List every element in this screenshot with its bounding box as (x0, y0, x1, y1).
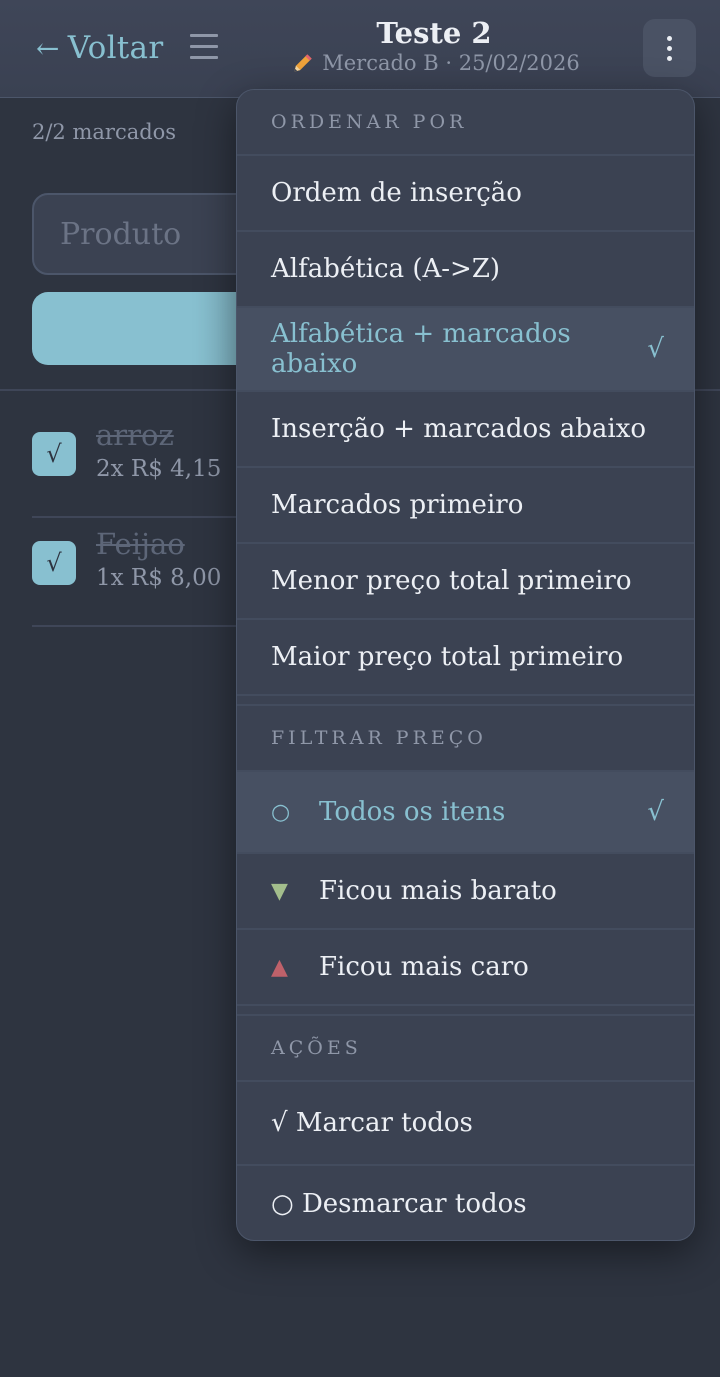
action-uncheck-all[interactable]: ○ Desmarcar todos (237, 1166, 694, 1240)
option-label: Maior preço total primeiro (271, 642, 624, 672)
sort-option-checked-first[interactable]: Marcados primeiro (237, 468, 694, 544)
filter-option-all[interactable]: ○ Todos os itens √ (237, 772, 694, 854)
more-options-button[interactable] (643, 19, 696, 77)
option-label: Todos os itens (319, 797, 506, 827)
option-label: Alfabética (A->Z) (271, 254, 501, 284)
filter-option-more-expensive[interactable]: ▲ Ficou mais caro (237, 930, 694, 1006)
action-check-all[interactable]: √ Marcar todos (237, 1082, 694, 1166)
option-label: Inserção + marcados abaixo (271, 414, 647, 444)
hamburger-menu-icon[interactable] (190, 26, 224, 66)
option-label: √ Marcar todos (271, 1108, 473, 1138)
options-dropdown: ORDENAR POR Ordem de inserção Alfabética… (236, 89, 695, 1241)
triangle-down-icon: ▼ (271, 878, 288, 904)
checked-count: 2/2 marcados (32, 120, 177, 144)
option-label: Ordem de inserção (271, 178, 522, 208)
sort-option-insertion[interactable]: Ordem de inserção (237, 156, 694, 232)
item-quantity-price: 2x R$ 4,15 (96, 456, 222, 482)
filter-option-cheaper[interactable]: ▼ Ficou mais barato (237, 854, 694, 930)
sort-option-highest-total-first[interactable]: Maior preço total primeiro (237, 620, 694, 696)
section-divider (237, 696, 694, 706)
item-name: Feijao (96, 527, 185, 561)
option-label: Ficou mais barato (319, 876, 557, 906)
kebab-dot (667, 35, 672, 41)
sort-option-insertion-checked-below[interactable]: Inserção + marcados abaixo (237, 392, 694, 468)
item-name: arroz (96, 418, 174, 452)
circle-icon: ○ (271, 799, 291, 825)
subtitle-text: Mercado B · 25/02/2026 (322, 51, 580, 75)
checkmark-icon: √ (647, 797, 664, 827)
checkbox-checked[interactable]: √ (32, 541, 76, 585)
option-label: Alfabética + marcados abaixo (271, 319, 571, 379)
filter-section-header: FILTRAR PREÇO (237, 706, 694, 772)
sort-option-alphabetical-checked-below[interactable]: Alfabética + marcados abaixo √ (237, 308, 694, 392)
triangle-up-icon: ▲ (271, 954, 288, 980)
app-header: ← Voltar Teste 2 Mercado B · 25/02/2026 (0, 0, 720, 98)
option-label: Menor preço total primeiro (271, 566, 632, 596)
page-title: Teste 2 (376, 16, 492, 50)
page-subtitle[interactable]: Mercado B · 25/02/2026 (250, 50, 620, 76)
pencil-icon (294, 54, 312, 72)
section-divider (237, 1006, 694, 1016)
item-quantity-price: 1x R$ 8,00 (96, 565, 222, 591)
arrow-left-icon: ← (36, 31, 60, 65)
kebab-dot (667, 55, 672, 61)
option-label: ○ Desmarcar todos (271, 1189, 527, 1219)
actions-section-header: AÇÕES (237, 1016, 694, 1082)
sort-section-header: ORDENAR POR (237, 90, 694, 156)
sort-option-alphabetical[interactable]: Alfabética (A->Z) (237, 232, 694, 308)
checkbox-checked[interactable]: √ (32, 432, 76, 476)
back-label: Voltar (67, 30, 164, 66)
option-label: Ficou mais caro (319, 952, 529, 982)
kebab-dot (667, 45, 672, 51)
checkmark-icon: √ (647, 334, 664, 364)
sort-option-lowest-total-first[interactable]: Menor preço total primeiro (237, 544, 694, 620)
option-label: Marcados primeiro (271, 490, 524, 520)
back-button[interactable]: ← Voltar (36, 26, 163, 70)
